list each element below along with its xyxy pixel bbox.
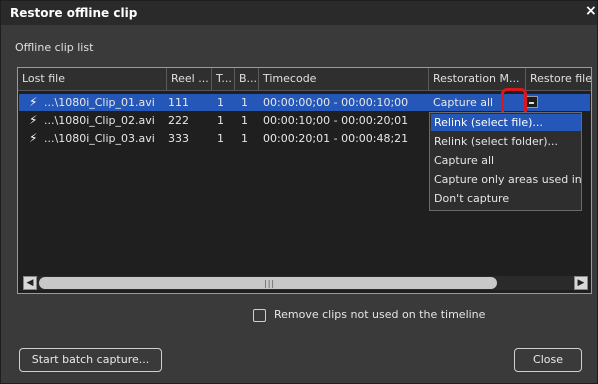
timecode-cell: 00:00:20;01 - 00:00:48;21 <box>263 132 409 145</box>
reel-cell: 222 <box>168 114 189 127</box>
b-cell: 1 <box>241 114 248 127</box>
column-header-b[interactable]: B... <box>235 68 259 90</box>
grip-icon: ||| <box>264 279 276 288</box>
timecode-cell: 00:00:00;00 - 00:00:10;00 <box>263 96 409 109</box>
horizontal-scrollbar[interactable]: ◀ ||| ▶ <box>23 276 588 290</box>
lightning-offline-icon: ⚡ <box>29 113 38 127</box>
remove-unused-clips-label[interactable]: Remove clips not used on the timeline <box>274 308 485 321</box>
lightning-offline-icon: ⚡ <box>29 131 38 145</box>
title-bar: Restore offline clip × <box>1 1 597 25</box>
lost-file-cell: ...\1080i_Clip_01.avi <box>44 96 155 109</box>
timecode-cell: 00:00:10;00 - 00:00:20;01 <box>263 114 409 127</box>
column-header-t[interactable]: T... <box>212 68 235 90</box>
lost-file-cell: ...\1080i_Clip_02.avi <box>44 114 155 127</box>
t-cell: 1 <box>217 114 224 127</box>
menu-item-dont-capture[interactable]: Don't capture <box>431 190 581 207</box>
reel-cell: 111 <box>168 96 189 109</box>
menu-item-relink-file[interactable]: Relink (select file)... <box>431 114 581 131</box>
restore-offline-clip-dialog: Restore offline clip × Offline clip list… <box>0 0 598 384</box>
scroll-right-arrow-icon[interactable]: ▶ <box>574 276 588 290</box>
lightning-offline-icon: ⚡ <box>29 95 38 109</box>
restoration-method-menu: Relink (select file)... Relink (select f… <box>429 112 582 211</box>
dialog-title: Restore offline clip <box>10 6 138 20</box>
t-cell: 1 <box>217 132 224 145</box>
close-icon[interactable]: × <box>585 4 597 18</box>
menu-item-capture-all[interactable]: Capture all <box>431 152 581 169</box>
column-header-reel[interactable]: Reel ... <box>167 68 212 90</box>
lost-file-cell: ...\1080i_Clip_03.avi <box>44 132 155 145</box>
start-batch-capture-button[interactable]: Start batch capture... <box>19 348 162 372</box>
column-header-timecode[interactable]: Timecode <box>259 68 429 90</box>
offline-clip-list-label: Offline clip list <box>15 41 94 54</box>
b-cell: 1 <box>241 96 248 109</box>
b-cell: 1 <box>241 132 248 145</box>
column-header-lost-file[interactable]: Lost file <box>18 68 167 90</box>
scrollbar-thumb[interactable]: ||| <box>39 277 497 289</box>
menu-item-relink-folder[interactable]: Relink (select folder)... <box>431 133 581 150</box>
reel-cell: 333 <box>168 132 189 145</box>
remove-unused-clips-checkbox[interactable] <box>253 309 266 322</box>
column-header-restoration-method[interactable]: Restoration M... <box>429 68 526 90</box>
t-cell: 1 <box>217 96 224 109</box>
scroll-left-arrow-icon[interactable]: ◀ <box>23 276 37 290</box>
close-button[interactable]: Close <box>514 348 582 372</box>
column-header-restore-file[interactable]: Restore file <box>526 68 591 90</box>
menu-item-capture-used-areas[interactable]: Capture only areas used in <box>431 171 581 188</box>
